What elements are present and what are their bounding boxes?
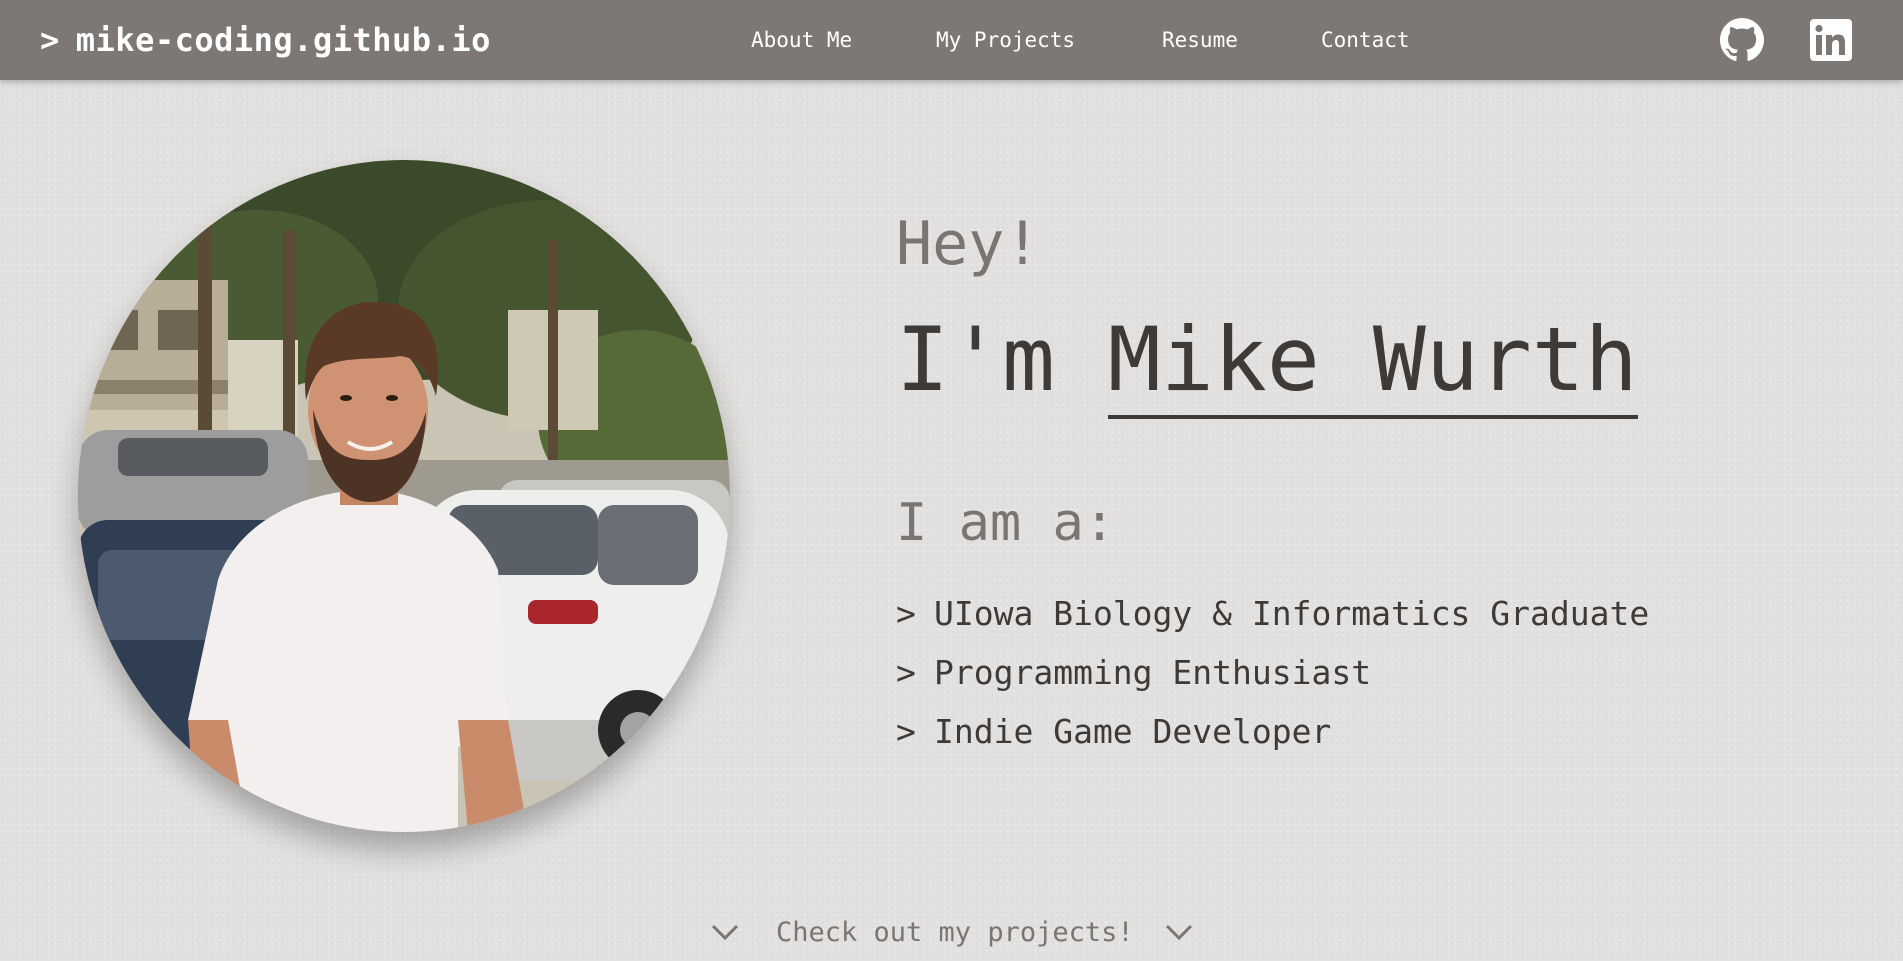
nav-about-me[interactable]: About Me [751,0,852,80]
check-projects-label: Check out my projects! [776,916,1134,948]
intro-name: Mike Wurth [1107,308,1638,419]
trait-text: Indie Game Developer [934,712,1332,751]
brand-text: mike-coding.github.io [75,21,491,59]
trait-text: UIowa Biology & Informatics Graduate [934,594,1650,633]
greeting: Hey! [896,209,1041,279]
traits-list: > UIowa Biology & Informatics Graduate > P… [896,584,1649,761]
intro-heading: I'm Mike Wurth [896,308,1638,419]
nav-contact[interactable]: Contact [1321,0,1410,80]
intro-prefix: I'm [896,308,1108,411]
brand-prompt-icon: > [40,21,60,59]
iam-heading: I am a: [896,493,1116,553]
github-icon[interactable] [1720,18,1764,62]
trait-item: > Programming Enthusiast [896,643,1649,702]
check-projects-link[interactable]: Check out my projects! [710,910,1194,954]
nav-my-projects[interactable]: My Projects [936,0,1075,80]
bullet-chevron-icon: > [896,653,916,692]
chevron-down-icon [1165,924,1192,941]
bullet-chevron-icon: > [896,712,916,751]
bullet-chevron-icon: > [896,594,916,633]
trait-item: > Indie Game Developer [896,702,1649,761]
profile-photo [78,160,730,832]
brand-link[interactable]: > mike-coding.github.io [40,0,491,80]
navbar: > mike-coding.github.io About Me My Proj… [0,0,1903,80]
linkedin-icon[interactable] [1809,18,1853,62]
chevron-down-icon [711,924,739,941]
nav-resume[interactable]: Resume [1162,0,1238,80]
trait-item: > UIowa Biology & Informatics Graduate [896,584,1649,643]
trait-text: Programming Enthusiast [934,653,1372,692]
